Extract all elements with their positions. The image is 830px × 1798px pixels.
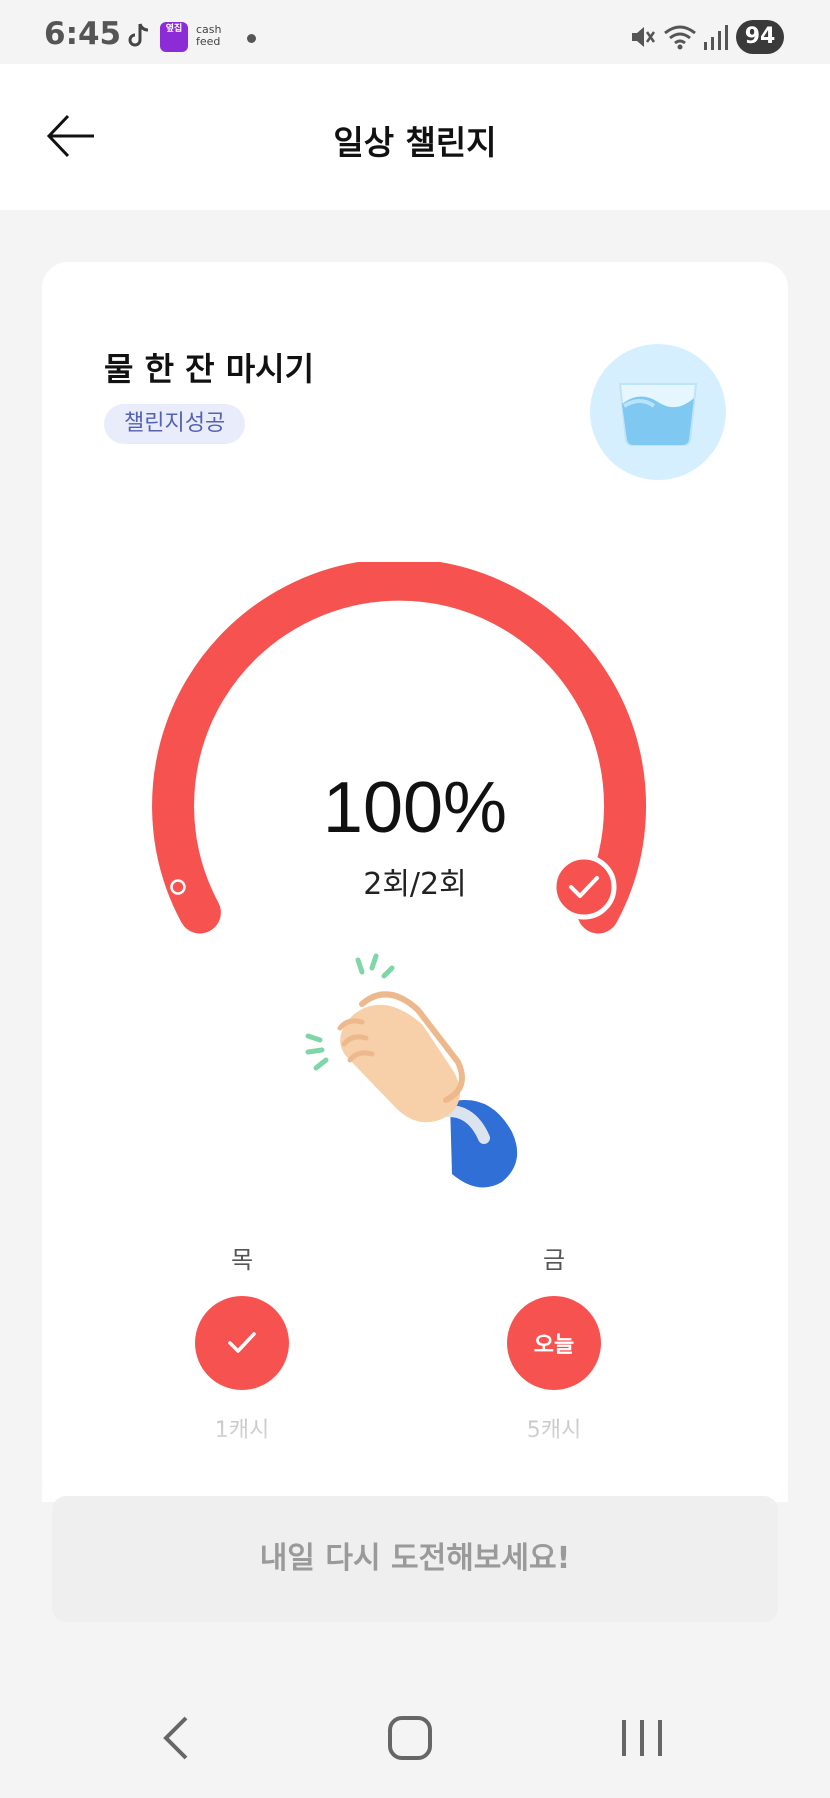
water-glass-icon [590, 344, 726, 480]
cashfeed-icon: 옆집 [160, 22, 188, 52]
challenge-card: 물 한 잔 마시기 챌린지성공 100% 2회/2회 목 금 오늘 [42, 262, 788, 1502]
day-column-thu: 목 1캐시 [182, 1240, 302, 1444]
today-label: 오늘 [533, 1333, 575, 1358]
home-nav-icon[interactable] [380, 1708, 440, 1768]
clapping-hands-icon [305, 953, 518, 1188]
day-completed-button[interactable] [195, 1296, 289, 1390]
check-icon [228, 1332, 256, 1353]
card-fade [42, 1420, 788, 1502]
dot-icon [247, 34, 256, 43]
progress-count: 2회/2회 [363, 867, 467, 902]
day-label: 목 [230, 1246, 254, 1274]
wifi-icon [664, 25, 696, 50]
cashfeed-label: cash feed [196, 23, 222, 48]
recents-nav-icon[interactable] [612, 1708, 672, 1768]
day-today-button[interactable]: 오늘 [507, 1296, 601, 1390]
signal-icon [704, 25, 728, 50]
day-label: 금 [542, 1246, 566, 1274]
tiktok-icon [128, 23, 149, 47]
app-header: 일상 챌린지 [0, 64, 830, 210]
back-nav-icon[interactable] [148, 1708, 208, 1768]
day-column-fri: 금 오늘 5캐시 [494, 1240, 614, 1444]
mute-icon [632, 27, 656, 47]
page-title: 일상 챌린지 [333, 123, 497, 162]
challenge-title: 물 한 잔 마시기 [104, 350, 315, 388]
retry-button[interactable]: 내일 다시 도전해보세요! [52, 1496, 778, 1622]
battery-badge: 94 [736, 20, 784, 54]
status-badge: 챌린지성공 [104, 404, 246, 444]
progress-percent: 100% [322, 768, 508, 848]
cashfeed-badge: 옆집 [165, 24, 183, 34]
status-time: 6:45 [44, 16, 122, 52]
status-bar: 6:45 옆집 cash feed 94 [0, 0, 830, 64]
gauge-mid-marker [391, 620, 407, 636]
system-nav-bar [0, 1674, 830, 1798]
